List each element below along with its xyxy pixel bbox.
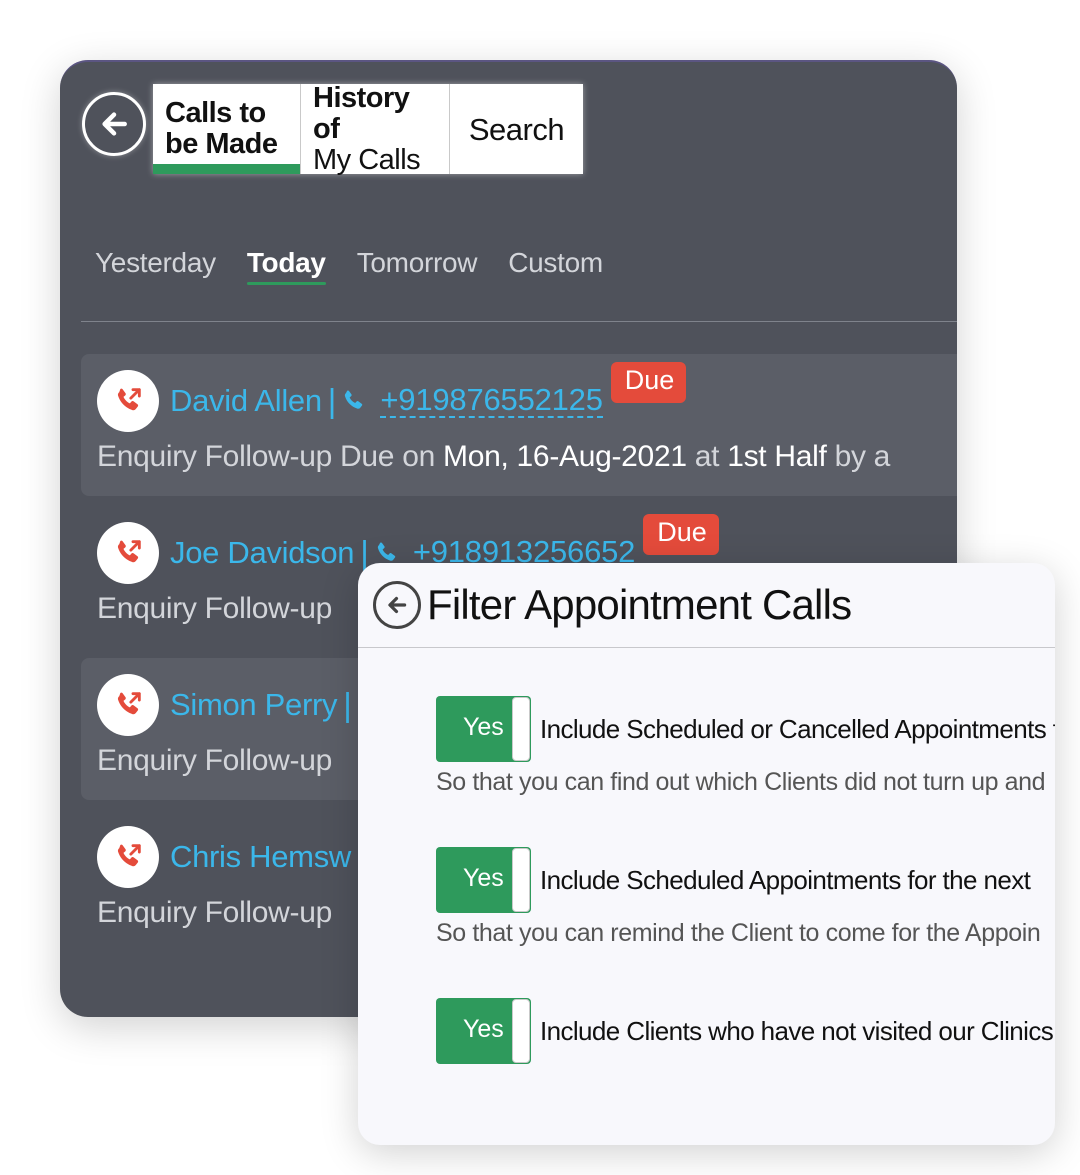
- arrow-left-icon: [102, 112, 127, 136]
- yes-toggle[interactable]: Yes: [436, 696, 531, 762]
- desc-text: Enquiry Follow-up: [97, 592, 333, 625]
- call-avatar[interactable]: [97, 370, 159, 432]
- phone-icon: [345, 390, 363, 409]
- tab-label-line1: Calls to: [165, 97, 266, 129]
- call-avatar[interactable]: [97, 674, 159, 736]
- yes-toggle[interactable]: Yes: [436, 998, 531, 1064]
- toggle-label: Yes: [463, 1015, 504, 1043]
- filter-title: Filter Appointment Calls: [427, 581, 852, 628]
- option-label: Include Clients who have not visited our…: [540, 1015, 1054, 1046]
- day-filter-custom[interactable]: Custom: [508, 247, 603, 283]
- contact-name[interactable]: Chris Hemsw: [170, 839, 351, 875]
- option-description: So that you can find out which Clients d…: [436, 768, 1046, 796]
- toggle-label: Yes: [463, 713, 504, 741]
- toggle-label: Yes: [463, 864, 504, 892]
- call-header: David Allen | +919876552125 Due: [97, 362, 957, 432]
- due-date: Mon, 16-Aug-2021: [443, 440, 687, 473]
- calls-tabs: Calls to be Made History of My Calls Sea…: [153, 81, 583, 176]
- due-slot: 1st Half: [727, 440, 827, 473]
- desc-text: Enquiry Follow-up Due on: [97, 440, 444, 473]
- toggle-knob: [512, 999, 530, 1063]
- phone-number-link[interactable]: +919876552125: [380, 384, 603, 418]
- tab-label: Calls to be Made: [165, 98, 288, 160]
- tab-label-line2: be Made: [165, 128, 278, 160]
- call-description: Enquiry Follow-up Due on Mon, 16-Aug-202…: [97, 440, 957, 474]
- desc-text: at: [686, 440, 728, 473]
- call-avatar[interactable]: [97, 522, 159, 584]
- contact-name[interactable]: Simon Perry: [170, 687, 338, 723]
- option-label: Include Scheduled or Cancelled Appointme…: [540, 713, 1055, 744]
- toggle-knob: [512, 848, 530, 912]
- filter-back-button[interactable]: [373, 581, 421, 629]
- option-label: Include Scheduled Appointments for the n…: [540, 864, 1031, 895]
- arrow-left-icon: [388, 596, 407, 614]
- divider: [81, 321, 957, 322]
- desc-text: by a: [826, 440, 891, 473]
- desc-text: Enquiry Follow-up: [97, 744, 333, 777]
- outgoing-call-icon: [117, 692, 141, 715]
- call-avatar[interactable]: [97, 826, 159, 888]
- filter-option: Yes Include Scheduled or Cancelled Appoi…: [436, 696, 1055, 797]
- filter-header: Filter Appointment Calls: [358, 563, 1055, 648]
- stage: Calls to be Made History of My Calls Sea…: [0, 0, 1080, 1175]
- day-filter-today[interactable]: Today: [246, 247, 326, 285]
- call-list-item[interactable]: David Allen | +919876552125 Due Enquiry …: [81, 354, 957, 496]
- outgoing-call-icon: [117, 540, 141, 563]
- status-badge: Due: [610, 362, 687, 403]
- separator: |: [343, 686, 352, 723]
- day-filter-tomorrow[interactable]: Tomorrow: [357, 247, 478, 283]
- filter-option: Yes Include Clients who have not visited…: [436, 998, 1055, 1064]
- day-filters: Yesterday Today Tomorrow Custom: [95, 247, 603, 285]
- contact-name[interactable]: David Allen: [170, 383, 322, 419]
- filter-appointment-panel: Filter Appointment Calls Yes Include Sch…: [358, 563, 1055, 1145]
- outgoing-call-icon: [117, 844, 141, 867]
- tab-label: Search: [468, 111, 565, 147]
- contact-name[interactable]: Joe Davidson: [170, 535, 355, 571]
- separator: |: [327, 382, 337, 419]
- back-button[interactable]: [82, 92, 146, 156]
- tab-history-of-my-calls[interactable]: History of My Calls: [301, 81, 450, 176]
- tab-label-line1: History of: [313, 81, 410, 145]
- day-filter-yesterday[interactable]: Yesterday: [95, 247, 216, 283]
- option-description: So that you can remind the Client to com…: [436, 919, 1041, 947]
- desc-text: Enquiry Follow-up: [97, 896, 333, 929]
- filter-option: Yes Include Scheduled Appointments for t…: [436, 847, 1055, 948]
- tab-label: History of My Calls: [313, 81, 437, 176]
- toggle-knob: [512, 697, 530, 761]
- yes-toggle[interactable]: Yes: [436, 847, 531, 913]
- outgoing-call-icon: [117, 388, 141, 411]
- tab-search[interactable]: Search: [450, 84, 583, 174]
- tab-calls-to-be-made[interactable]: Calls to be Made: [153, 84, 301, 174]
- status-badge: Due: [643, 514, 719, 555]
- tab-label-line2: My Calls: [313, 143, 421, 176]
